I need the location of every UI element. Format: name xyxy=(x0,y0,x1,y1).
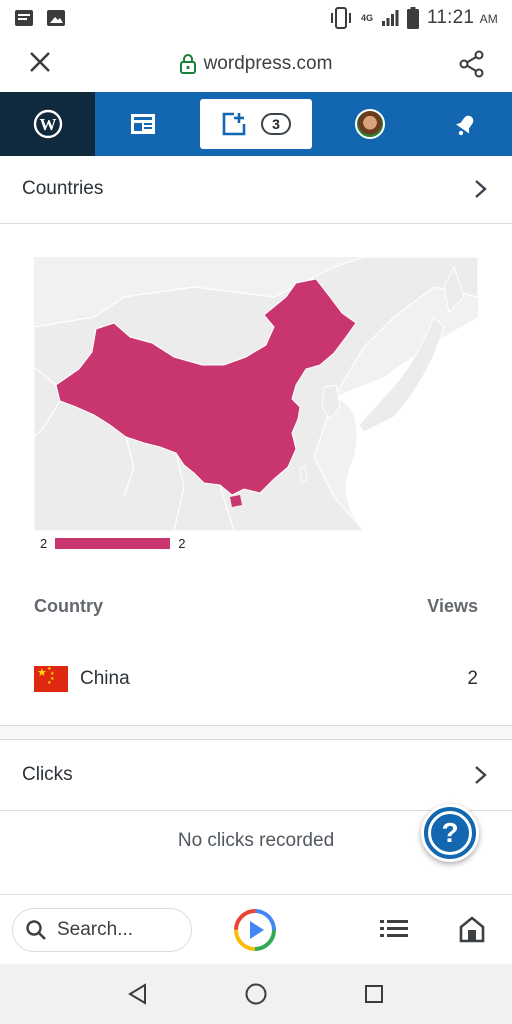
url-text: wordpress.com xyxy=(203,53,333,74)
chevron-right-icon xyxy=(475,180,487,198)
browser-url-bar: wordpress.com xyxy=(0,36,512,92)
map-legend: 2 2 xyxy=(40,535,200,551)
close-button[interactable] xyxy=(0,47,80,81)
notifications-icon xyxy=(456,115,474,136)
vibrate-icon xyxy=(330,7,351,29)
home-circle-icon[interactable] xyxy=(244,982,268,1006)
col-country: Country xyxy=(34,596,103,616)
clicks-title: Clicks xyxy=(22,764,73,785)
china-flag-icon: ★ ★ ★ ★ ★ xyxy=(34,666,68,692)
reader-icon xyxy=(130,114,155,134)
divider xyxy=(0,223,512,224)
address-display[interactable]: wordpress.com xyxy=(80,53,432,75)
country-views: 2 xyxy=(467,668,478,689)
clock: 11:21 AM xyxy=(426,7,498,28)
wordpress-masterbar: W 3 xyxy=(0,92,512,156)
country-name: China xyxy=(80,668,130,689)
section-gap xyxy=(0,726,512,740)
legend-max: 2 xyxy=(178,535,186,551)
search-placeholder: Search... xyxy=(57,919,134,940)
network-type: 4G xyxy=(360,13,373,23)
me-button[interactable] xyxy=(320,109,420,139)
col-views: Views xyxy=(427,596,478,616)
home-icon[interactable] xyxy=(459,915,485,943)
lock-icon xyxy=(179,54,196,74)
help-icon: ? xyxy=(428,811,472,855)
wordpress-logo-icon: W xyxy=(33,109,62,139)
google-play-icon[interactable] xyxy=(233,908,277,952)
avatar xyxy=(355,109,385,139)
countries-map[interactable] xyxy=(34,257,478,531)
share-icon xyxy=(459,50,484,78)
write-icon xyxy=(222,112,246,136)
status-bar: 4G 11:21 AM xyxy=(0,0,512,36)
countries-header[interactable]: Countries xyxy=(0,156,512,222)
close-icon xyxy=(30,52,50,72)
search-input[interactable]: Search... xyxy=(12,908,192,952)
back-icon[interactable] xyxy=(127,983,149,1005)
legend-gradient xyxy=(55,537,171,549)
browser-bottom-bar: Search... xyxy=(0,894,512,964)
chevron-right-icon xyxy=(475,766,487,784)
help-button[interactable]: ? xyxy=(421,804,479,862)
my-sites-button[interactable]: W xyxy=(0,92,95,156)
divider xyxy=(0,739,512,740)
map-svg xyxy=(34,257,478,531)
countries-title: Countries xyxy=(22,178,104,199)
signal-icon xyxy=(381,10,399,26)
write-button[interactable]: 3 xyxy=(200,99,312,149)
svg-text:W: W xyxy=(39,115,56,134)
image-icon xyxy=(47,10,65,26)
share-button[interactable] xyxy=(432,50,512,78)
message-icon xyxy=(15,10,33,26)
table-row[interactable]: ★ ★ ★ ★ ★ China 2 xyxy=(34,662,478,696)
recents-icon[interactable] xyxy=(363,983,385,1005)
system-navigation-bar xyxy=(0,964,512,1024)
list-icon[interactable] xyxy=(380,917,408,941)
search-icon xyxy=(26,920,46,940)
battery-icon xyxy=(406,7,419,29)
notifications-button[interactable] xyxy=(420,110,512,138)
drafts-count-badge: 3 xyxy=(261,113,291,135)
clicks-header[interactable]: Clicks xyxy=(0,742,512,808)
legend-min: 2 xyxy=(40,535,48,551)
reader-button[interactable] xyxy=(95,113,190,135)
countries-table-header: Country Views xyxy=(34,596,478,617)
